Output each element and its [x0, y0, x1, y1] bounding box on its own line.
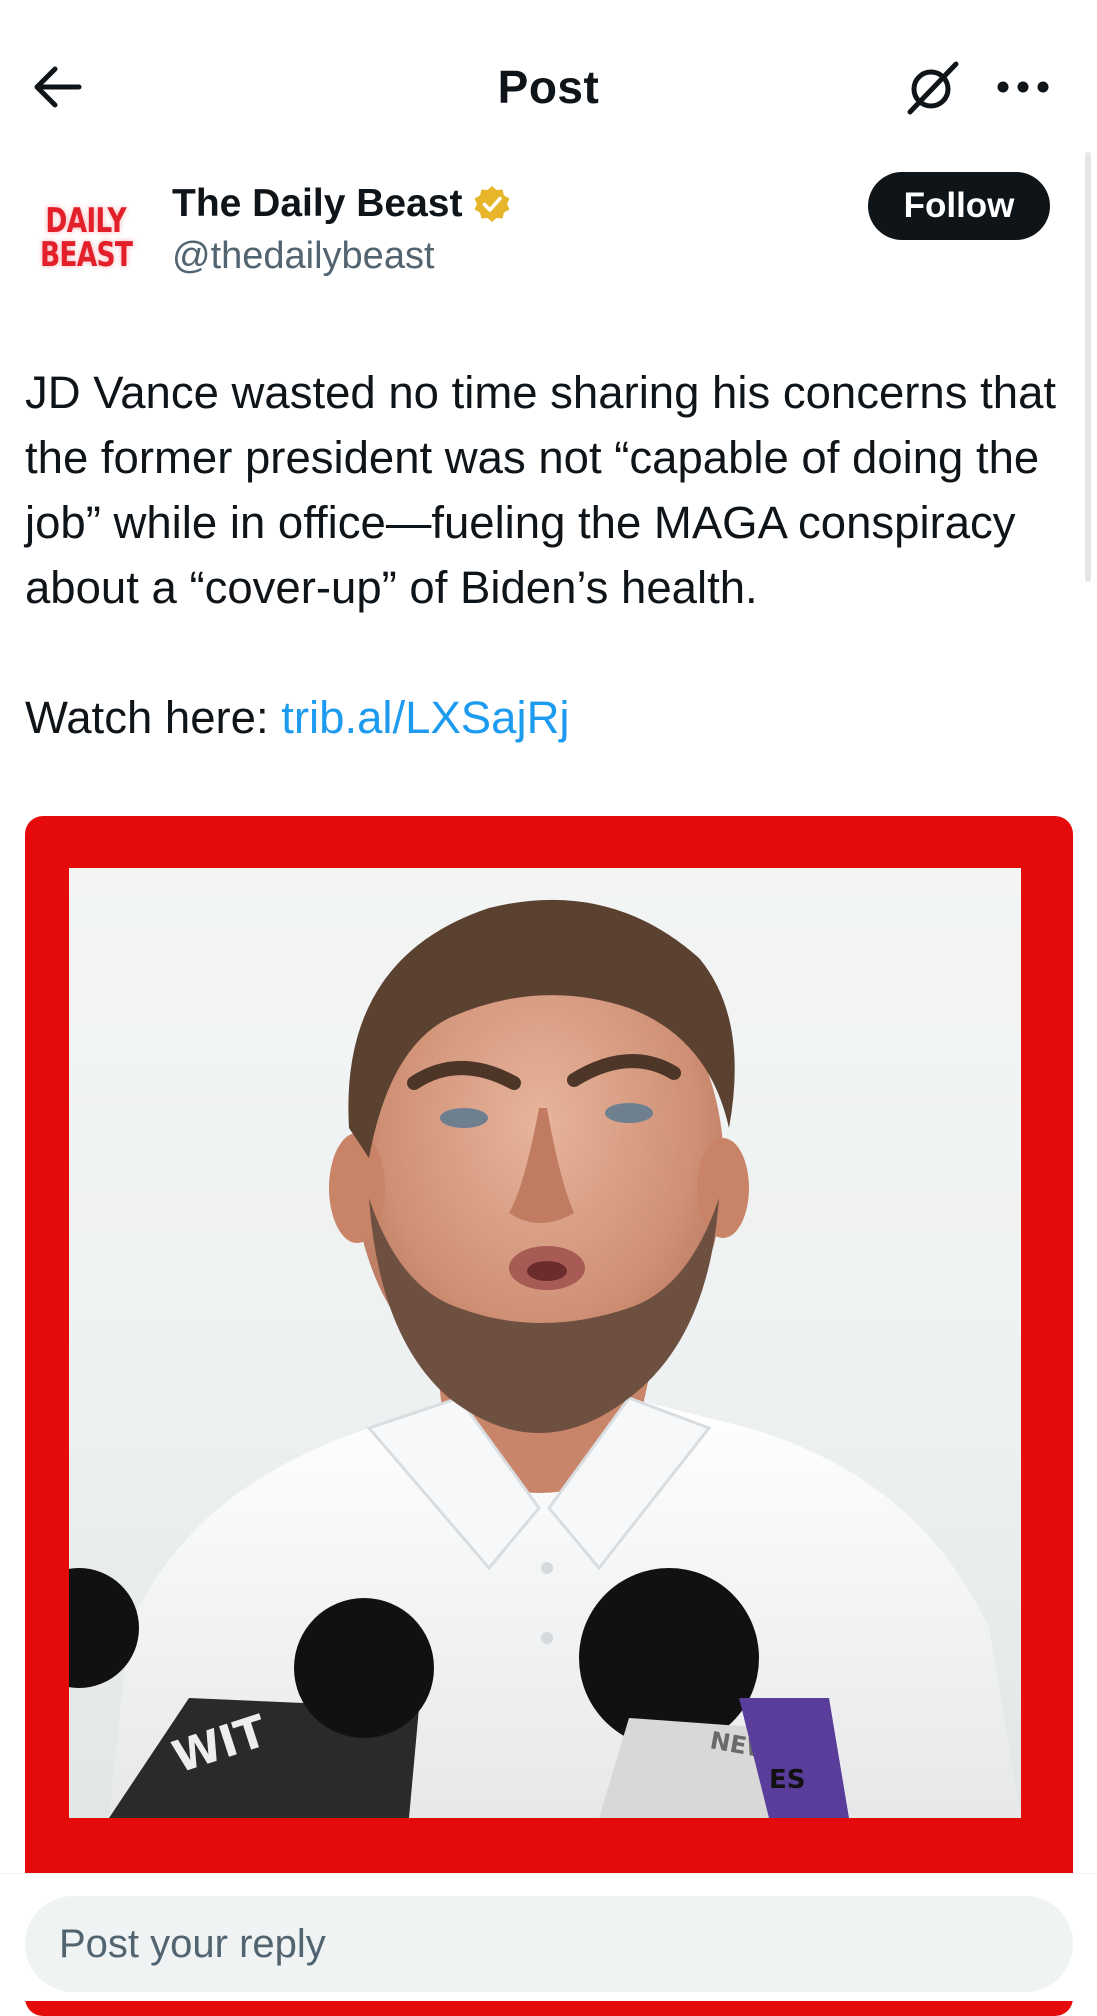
- more-horizontal-icon: [997, 81, 1049, 93]
- follow-button[interactable]: Follow: [868, 172, 1050, 240]
- author-name[interactable]: The Daily Beast: [172, 182, 512, 226]
- more-options-button[interactable]: [988, 52, 1058, 122]
- avatar[interactable]: DAILY BEAST: [30, 182, 142, 294]
- watch-prefix: Watch here:: [25, 692, 282, 743]
- post-body: JD Vance wasted no time sharing his conc…: [25, 360, 1065, 750]
- grok-icon: [907, 61, 959, 115]
- author-handle[interactable]: @thedailybeast: [172, 235, 435, 278]
- gold-verified-icon: [474, 186, 510, 222]
- watch-line: Watch here: trib.al/LXSajRj: [25, 685, 1065, 750]
- portrait-illustration: WIT NEWS ES: [69, 899, 1021, 1818]
- post-author: DAILY BEAST The Daily Beast @thedailybea…: [0, 170, 1097, 300]
- post-paragraph: JD Vance wasted no time sharing his conc…: [25, 367, 1057, 613]
- post-photo[interactable]: WIT NEWS ES: [69, 868, 1021, 1818]
- logo-text-line-2: BEAST: [39, 235, 133, 275]
- post-link[interactable]: trib.al/LXSajRj: [281, 692, 569, 743]
- mic-label-3: ES: [769, 1765, 806, 1795]
- grok-button[interactable]: [898, 52, 968, 122]
- reply-composer: Post your reply: [0, 1873, 1097, 2001]
- post-media[interactable]: WIT NEWS ES: [25, 816, 1073, 2016]
- reply-input[interactable]: Post your reply: [25, 1896, 1073, 1992]
- logo-text-line-1: DAILY: [45, 201, 127, 241]
- top-app-bar: Post: [0, 0, 1097, 170]
- author-name-text: The Daily Beast: [172, 182, 463, 225]
